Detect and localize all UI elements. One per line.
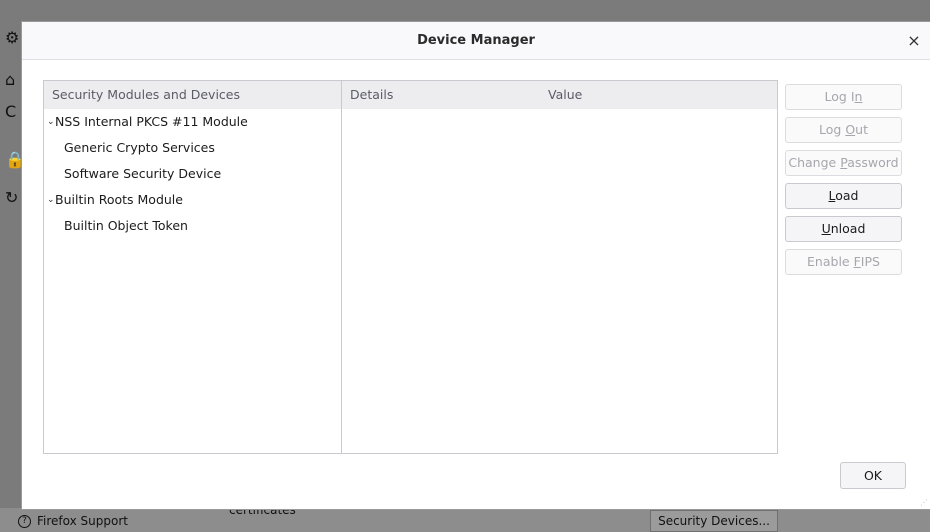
tree-row[interactable]: Generic Crypto Services [44,135,341,161]
tree-row[interactable]: ⌄NSS Internal PKCS #11 Module [44,109,341,135]
tree-row[interactable]: ⌄Builtin Roots Module [44,187,341,213]
button-label: nload [830,221,866,236]
tree-row-label: Builtin Object Token [64,218,188,233]
button-label: Change [788,155,841,170]
load-button[interactable]: Load [785,183,902,209]
sync-icon: ↻ [5,188,19,207]
button-label: ut [855,122,868,137]
accesskey-letter: U [821,221,831,236]
dialog-title: Device Manager [417,33,535,48]
details-table[interactable]: Details Value [341,80,778,454]
button-label: Enable [807,254,854,269]
dialog-titlebar: Device Manager × [22,22,930,60]
logout-button[interactable]: Log Out [785,117,902,143]
gear-icon: ⚙ [5,28,20,47]
accesskey-letter: F [853,254,861,269]
tree-row[interactable]: Builtin Object Token [44,213,341,239]
login-button[interactable]: Log In [785,84,902,110]
tree-row-label: NSS Internal PKCS #11 Module [55,114,248,129]
tree-row[interactable]: Software Security Device [44,161,341,187]
resize-grip[interactable]: ⋰ [920,499,928,507]
close-icon[interactable]: × [898,22,930,59]
chevron-down-icon[interactable]: ⌄ [47,109,55,135]
lock-icon: 🔒 [5,150,25,169]
chevron-down-icon[interactable]: ⌄ [47,187,55,213]
device-manager-dialog: Device Manager × Security Modules and De… [22,22,930,509]
firefox-support-label: Firefox Support [37,514,128,528]
accesskey-letter: O [845,122,856,137]
button-label: IPS [860,254,880,269]
help-icon: ? [18,515,31,528]
tree-rows: ⌄NSS Internal PKCS #11 Module Generic Cry… [44,109,341,239]
ok-button[interactable]: OK [840,462,906,489]
security-modules-tree[interactable]: Security Modules and Devices ⌄NSS Intern… [43,80,341,454]
tree-row-label: Generic Crypto Services [64,140,215,155]
unload-button[interactable]: Unload [785,216,902,242]
background-footer [0,508,930,532]
tree-row-label: Software Security Device [64,166,222,181]
button-label: Log I [824,89,855,104]
home-icon: ⌂ [5,70,16,89]
tree-column-header[interactable]: Security Modules and Devices [44,81,341,109]
button-label: oad [835,188,859,203]
security-devices-button[interactable]: Security Devices... [650,510,778,532]
change-password-button[interactable]: Change Password [785,150,902,176]
value-column-header[interactable]: Value [536,81,777,109]
button-label: Log [819,122,846,137]
firefox-support-link[interactable]: ? Firefox Support [18,514,128,528]
enable-fips-button[interactable]: Enable FIPS [785,249,902,275]
search-icon: C [5,102,17,121]
tree-row-label: Builtin Roots Module [55,192,183,207]
button-label: assword [847,155,899,170]
details-column-header[interactable]: Details [342,81,536,109]
accesskey-letter: n [854,89,863,104]
